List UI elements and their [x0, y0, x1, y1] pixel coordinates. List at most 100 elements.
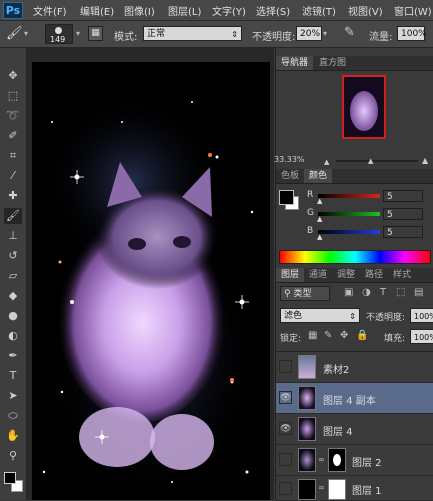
- brush-preset-dropdown-icon[interactable]: ▾: [76, 29, 80, 38]
- menu-edit[interactable]: 编辑(E): [80, 3, 114, 18]
- lock-pixels-icon[interactable]: ✎: [324, 330, 332, 341]
- blur-tool-icon[interactable]: ●: [4, 308, 22, 324]
- panel-foreground-swatch[interactable]: [279, 190, 294, 205]
- zoom-tool-icon[interactable]: ⚲: [4, 448, 22, 464]
- move-tool-icon[interactable]: ✥: [4, 68, 22, 84]
- layer-thumbnail: [298, 417, 316, 441]
- layer-name: 图层 4: [323, 427, 353, 438]
- crop-tool-icon[interactable]: ⌗: [4, 148, 22, 164]
- layer-mask-thumbnail[interactable]: [328, 479, 346, 500]
- document-canvas[interactable]: [32, 62, 270, 500]
- photoshop-logo: Ps: [3, 2, 23, 19]
- foreground-color-chip[interactable]: [4, 472, 16, 484]
- tool-preset-dropdown-icon[interactable]: ▾: [24, 29, 28, 38]
- tab-navigator[interactable]: 导航器: [276, 56, 314, 70]
- green-slider[interactable]: [318, 212, 380, 216]
- red-slider[interactable]: [318, 194, 380, 198]
- history-brush-tool-icon[interactable]: ↺: [4, 248, 22, 264]
- link-icon[interactable]: ∞: [318, 455, 325, 464]
- layer-mask-thumbnail[interactable]: [328, 448, 346, 472]
- lasso-tool-icon[interactable]: ➰: [4, 108, 22, 124]
- menu-filter[interactable]: 滤镜(T): [302, 3, 336, 18]
- tab-color[interactable]: 颜色: [304, 169, 333, 183]
- layer-row[interactable]: ∞ 图层 1: [276, 476, 433, 501]
- link-icon[interactable]: ∞: [318, 483, 325, 492]
- mode-select[interactable]: 正常 ⇕: [143, 26, 242, 41]
- tab-swatches[interactable]: 色板: [276, 169, 304, 183]
- eye-icon[interactable]: 👁: [279, 391, 292, 404]
- tab-paths[interactable]: 路径: [360, 268, 388, 282]
- zoom-percent[interactable]: 33.33%: [274, 155, 305, 164]
- filter-adjustment-icon[interactable]: ◑: [362, 287, 371, 298]
- blue-slider[interactable]: [318, 230, 380, 234]
- brush-tool-icon[interactable]: 🖌: [6, 26, 23, 42]
- brush-tool-icon[interactable]: 🖌: [4, 208, 22, 224]
- tab-histogram[interactable]: 直方图: [314, 56, 351, 70]
- eyedropper-tool-icon[interactable]: ⁄: [4, 168, 22, 184]
- blue-slider-thumb[interactable]: ▲: [317, 233, 322, 241]
- tab-channels[interactable]: 通道: [304, 268, 332, 282]
- zoom-out-icon[interactable]: ▲: [324, 158, 329, 166]
- menu-file[interactable]: 文件(F): [33, 3, 67, 18]
- tab-styles[interactable]: 样式: [388, 268, 416, 282]
- hand-tool-icon[interactable]: ✋: [4, 428, 22, 444]
- tab-adjustments[interactable]: 调整: [332, 268, 360, 282]
- path-selection-tool-icon[interactable]: ➤: [4, 388, 22, 404]
- quick-select-tool-icon[interactable]: ✐: [4, 128, 22, 144]
- type-tool-icon[interactable]: T: [4, 368, 22, 384]
- flow-input[interactable]: 100%: [397, 26, 427, 41]
- color-spectrum-bar[interactable]: [279, 250, 431, 264]
- blue-value-input[interactable]: 5: [383, 226, 423, 238]
- brush-preset-picker[interactable]: 149: [45, 24, 73, 44]
- layer-opacity-input[interactable]: 100%: [410, 308, 433, 323]
- menu-type[interactable]: 文字(Y): [212, 3, 246, 18]
- lock-all-icon[interactable]: 🔒: [356, 330, 368, 341]
- filter-pixel-icon[interactable]: ▣: [344, 287, 353, 298]
- green-value-input[interactable]: 5: [383, 208, 423, 220]
- menu-window[interactable]: 窗口(W): [394, 3, 432, 18]
- lock-position-icon[interactable]: ✥: [340, 330, 348, 341]
- eraser-tool-icon[interactable]: ▱: [4, 268, 22, 284]
- tab-layers[interactable]: 图层: [276, 268, 305, 282]
- menu-image[interactable]: 图像(I): [124, 3, 155, 18]
- navigator-preview[interactable]: [342, 75, 386, 139]
- layer-row[interactable]: 👁 图层 4: [276, 414, 433, 445]
- layer-row[interactable]: 素材2: [276, 352, 433, 383]
- lock-transparency-icon[interactable]: ▦: [308, 330, 317, 341]
- filter-shape-icon[interactable]: ⬚: [396, 287, 405, 298]
- menu-view[interactable]: 视图(V): [348, 3, 383, 18]
- opacity-input[interactable]: 20%: [296, 26, 322, 41]
- dodge-tool-icon[interactable]: ◐: [4, 328, 22, 344]
- eye-icon[interactable]: 👁: [279, 422, 292, 435]
- opacity-slider-dropdown-icon[interactable]: ▾: [323, 29, 327, 38]
- fill-input[interactable]: 100%: [410, 329, 433, 344]
- layer-row[interactable]: 👁 图层 4 副本: [276, 383, 433, 414]
- zoom-slider[interactable]: [336, 160, 418, 162]
- menu-layer[interactable]: 图层(L): [168, 3, 201, 18]
- layer-filter-select[interactable]: ⚲ 类型: [280, 286, 330, 301]
- marquee-tool-icon[interactable]: ⬚: [4, 88, 22, 104]
- menu-select[interactable]: 选择(S): [256, 3, 290, 18]
- ellipse-tool-icon[interactable]: ⬭: [4, 408, 22, 424]
- healing-brush-tool-icon[interactable]: ✚: [4, 188, 22, 204]
- layer-row[interactable]: ∞ 图层 2: [276, 445, 433, 476]
- red-value-input[interactable]: 5: [383, 190, 423, 202]
- pressure-opacity-icon[interactable]: ✎: [344, 25, 355, 40]
- blend-mode-select[interactable]: 滤色 ⇕: [280, 308, 360, 323]
- tools-panel: ✥ ⬚ ➰ ✐ ⌗ ⁄ ✚ 🖌 ⊥ ↺ ▱ ◆ ● ◐ ✒ T ➤ ⬭ ✋ ⚲: [0, 48, 27, 500]
- zoom-slider-thumb[interactable]: ▲: [368, 157, 373, 165]
- brush-panel-toggle-icon[interactable]: ▦: [88, 26, 103, 41]
- visibility-toggle[interactable]: [279, 482, 292, 495]
- green-slider-thumb[interactable]: ▲: [317, 215, 322, 223]
- layer-filter-value: 类型: [293, 289, 312, 299]
- clone-stamp-tool-icon[interactable]: ⊥: [4, 228, 22, 244]
- paint-bucket-tool-icon[interactable]: ◆: [4, 288, 22, 304]
- pen-tool-icon[interactable]: ✒: [4, 348, 22, 364]
- filter-type-icon[interactable]: T: [380, 287, 386, 298]
- chevron-updown-icon: ⇕: [349, 312, 356, 321]
- visibility-toggle[interactable]: [279, 360, 292, 373]
- filter-smart-object-icon[interactable]: ▤: [414, 287, 423, 298]
- visibility-toggle[interactable]: [279, 453, 292, 466]
- red-slider-thumb[interactable]: ▲: [317, 197, 322, 205]
- zoom-in-icon[interactable]: ▲: [422, 156, 428, 165]
